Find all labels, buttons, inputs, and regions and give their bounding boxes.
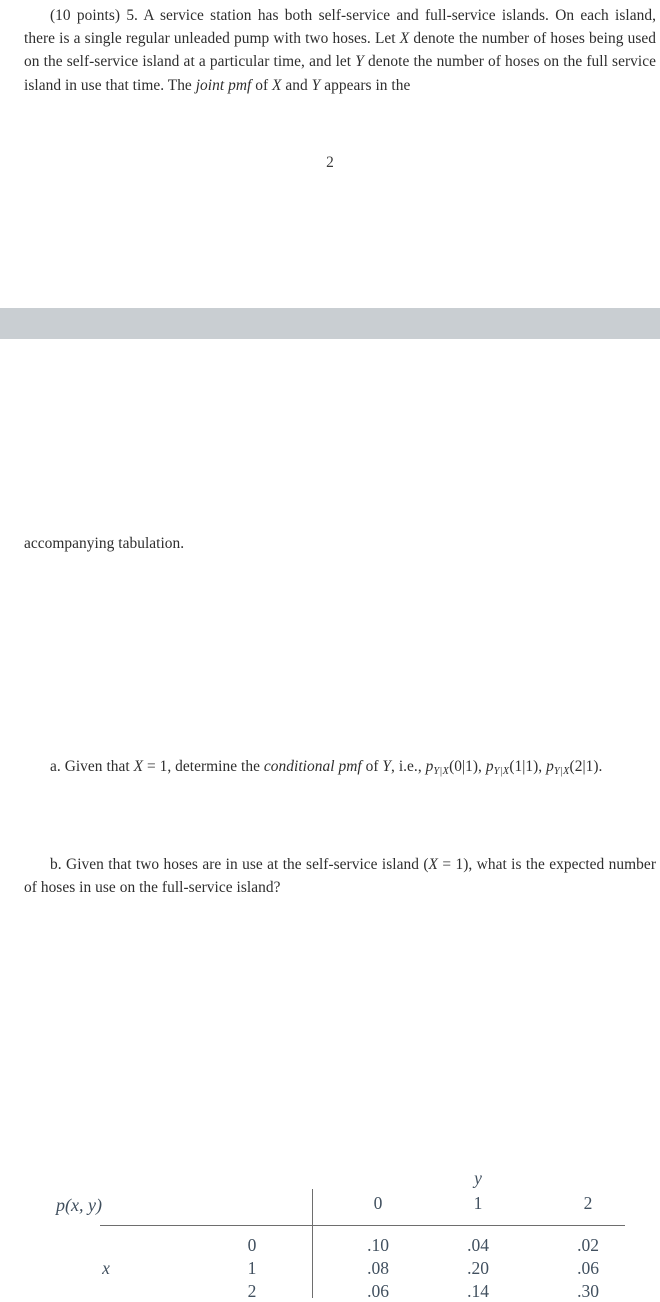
conditional-pmf-emphasis: conditional pmf xyxy=(263,758,362,775)
table-row-group-label: x xyxy=(102,1258,110,1278)
stem-text-5: and xyxy=(281,76,312,94)
variable-x-2: X xyxy=(272,76,282,94)
question-b: b. Given that two hoses are in use at th… xyxy=(24,853,656,899)
question-a-text-1: Given that xyxy=(64,758,134,775)
page-number: 2 xyxy=(326,154,334,171)
table-column-header-2: 2 xyxy=(583,1193,593,1213)
question-a-text-3: of xyxy=(361,758,383,775)
table-cell: .10 xyxy=(367,1235,389,1255)
problem-statement-paragraph: (10 points) 5. A service station has bot… xyxy=(24,4,656,97)
table-cell: .02 xyxy=(577,1235,599,1255)
question-a: a. Given that X = 1, determine the condi… xyxy=(24,755,656,783)
table-column-header-0: 0 xyxy=(373,1193,383,1213)
pmf-term-3-args: (2|1). xyxy=(569,758,603,775)
pmf-term-3-subscript: Y|X xyxy=(553,765,570,777)
table-row-header-0: 0 xyxy=(247,1235,257,1255)
table-cell: .14 xyxy=(467,1281,489,1301)
question-a-variable-y: Y xyxy=(382,758,392,775)
table-row-header-1: 1 xyxy=(247,1258,257,1278)
table-vertical-rule xyxy=(312,1189,313,1298)
pmf-term-3-symbol: p xyxy=(546,758,554,775)
pmf-term-2-subscript: Y|X xyxy=(493,765,510,777)
table-column-group-label: y xyxy=(474,1168,482,1188)
question-a-variable-x: X xyxy=(133,758,144,775)
points-label: (10 points) xyxy=(50,7,121,24)
question-b-text-1: Given that two hoses are in use at the s… xyxy=(66,856,429,873)
question-a-marker: a. xyxy=(50,758,61,775)
question-b-variable-x: X xyxy=(428,856,438,873)
table-cell: .30 xyxy=(577,1281,599,1301)
table-cell: .06 xyxy=(367,1281,389,1301)
table-row-header-2: 2 xyxy=(247,1281,257,1301)
stem-text-6: appears in the xyxy=(320,76,411,94)
question-b-text-2: = 1), xyxy=(438,856,473,873)
variable-x: X xyxy=(399,30,410,48)
table-cell: .06 xyxy=(577,1258,599,1278)
question-b-marker: b. xyxy=(50,856,62,873)
table-cell: .08 xyxy=(367,1258,389,1278)
joint-pmf-table: p(x, y) y x 0 1 2 0 1 2 .10 .04 .02 .08 … xyxy=(0,585,660,1301)
table-corner-label: p(x, y) xyxy=(56,1195,102,1215)
variable-y-2: Y xyxy=(311,76,321,94)
problem-number: 5. xyxy=(126,7,138,24)
gray-separator-band xyxy=(0,308,660,339)
question-a-condition: = 1, xyxy=(143,758,172,775)
table-cell: .04 xyxy=(467,1235,489,1255)
pmf-term-1-subscript: Y|X xyxy=(433,765,450,777)
table-column-header-1: 1 xyxy=(473,1193,483,1213)
pmf-term-1-args: (0|1), xyxy=(449,758,482,775)
tabulation-continuation-line: accompanying tabulation. xyxy=(24,535,185,552)
stem-text-4: of xyxy=(251,76,273,94)
table-horizontal-rule xyxy=(100,1225,625,1226)
document-page: (10 points) 5. A service station has bot… xyxy=(0,0,660,1301)
question-a-text-2: determine the xyxy=(171,758,264,775)
pmf-term-2-symbol: p xyxy=(485,758,494,775)
pmf-term-2-args: (1|1), xyxy=(509,758,543,775)
variable-y: Y xyxy=(355,53,364,71)
table-cell: .20 xyxy=(467,1258,489,1278)
question-a-text-4: , i.e., xyxy=(391,758,426,775)
joint-pmf-emphasis: joint pmf xyxy=(195,76,252,94)
